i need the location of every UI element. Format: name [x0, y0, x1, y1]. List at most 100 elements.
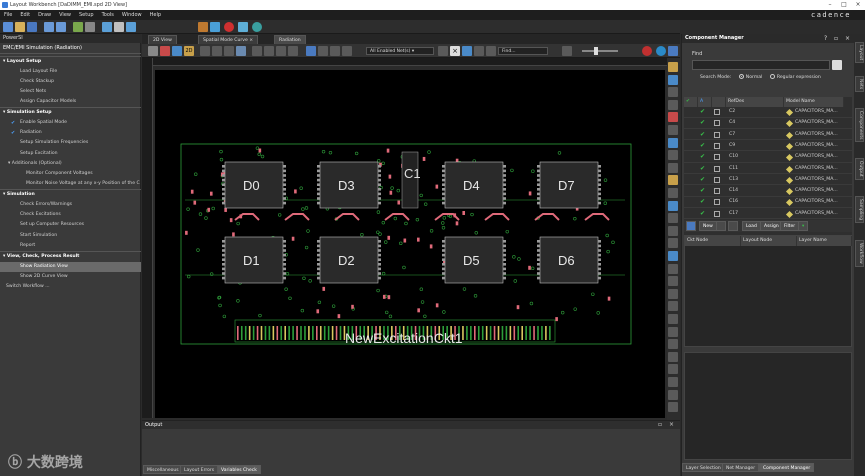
- help-icon[interactable]: ?: [824, 35, 827, 42]
- column-layout-node[interactable]: Layout Node: [741, 236, 797, 246]
- float-icon[interactable]: ▫: [658, 421, 662, 428]
- menu-edit[interactable]: Edit: [16, 10, 34, 20]
- close-icon[interactable]: ×: [845, 35, 850, 42]
- info-box-icon[interactable]: [714, 142, 720, 149]
- enabled-check-icon[interactable]: ✔: [700, 209, 705, 220]
- info-box-icon[interactable]: [714, 109, 720, 115]
- component-row[interactable]: ✔ C17 CAPACITORS_MA...: [684, 209, 852, 220]
- sort-column-icon[interactable]: A: [698, 97, 712, 107]
- info-box-icon[interactable]: [714, 131, 720, 138]
- workflow-step[interactable]: ✔ Enable Spatial Mode: [0, 118, 141, 128]
- layer-tool-icon[interactable]: [668, 238, 678, 249]
- lock-icon[interactable]: [474, 46, 484, 56]
- workflow-step[interactable]: ▾ Simulation Setup: [0, 107, 141, 117]
- workflow-step[interactable]: Load Layout File: [0, 67, 141, 77]
- layer-tool-icon[interactable]: [668, 175, 678, 186]
- layer-tool-icon[interactable]: [668, 402, 678, 413]
- workflow-step[interactable]: Check Stackup: [0, 77, 141, 87]
- undo-icon[interactable]: [44, 22, 54, 32]
- layer-tool-icon[interactable]: [668, 125, 678, 135]
- component-row[interactable]: ✔ C14 CAPACITORS_MA...: [684, 186, 852, 197]
- layer-tool-icon[interactable]: [668, 263, 678, 274]
- close-icon[interactable]: ×: [851, 0, 865, 10]
- layer-tool-icon[interactable]: [668, 112, 678, 123]
- workflow-step[interactable]: Show Radiation View: [0, 261, 141, 272]
- load-button[interactable]: Load: [742, 221, 761, 231]
- tool-blue-icon[interactable]: [210, 22, 220, 32]
- workflow-step[interactable]: Monitor Noise Voltage at any x-y Positio…: [0, 179, 141, 189]
- close-icon[interactable]: ×: [669, 421, 674, 428]
- layer-tool-icon[interactable]: [668, 301, 678, 312]
- layer-tool-icon[interactable]: [668, 276, 678, 287]
- tab-net-manager[interactable]: Net Manager: [722, 463, 760, 472]
- zoom-out-icon[interactable]: [224, 46, 234, 56]
- maximize-icon[interactable]: □: [837, 0, 851, 10]
- settings-icon[interactable]: [85, 22, 95, 32]
- column-refdes[interactable]: RefDes: [726, 97, 784, 107]
- float-icon[interactable]: ▫: [834, 35, 838, 42]
- info-box-icon[interactable]: [714, 188, 720, 195]
- component-row[interactable]: ✔ C10 CAPACITORS_MA...: [684, 152, 852, 163]
- enabled-check-icon[interactable]: ✔: [700, 186, 705, 197]
- grid-icon[interactable]: [264, 46, 274, 56]
- workflow-step[interactable]: Setup Excitation: [0, 149, 141, 159]
- globe-icon[interactable]: [656, 46, 666, 56]
- menu-tools[interactable]: Tools: [98, 10, 118, 20]
- tab-layout-errors[interactable]: Layout Errors: [180, 465, 219, 474]
- snapshot-icon[interactable]: [102, 22, 112, 32]
- find-input[interactable]: Find...: [498, 47, 548, 55]
- info-box-icon[interactable]: [714, 154, 720, 161]
- record-icon[interactable]: [642, 46, 652, 56]
- workflow-step[interactable]: Check Excitations: [0, 210, 141, 220]
- table-icon[interactable]: [686, 221, 696, 231]
- layer-tool-icon[interactable]: [668, 377, 678, 387]
- tab-2d-view[interactable]: 2D View: [148, 35, 177, 44]
- close-icon[interactable]: ×: [249, 38, 253, 43]
- workflow-step[interactable]: ▾ Simulation: [0, 189, 141, 199]
- workflow-step[interactable]: Report: [0, 241, 141, 251]
- workflow-step[interactable]: Setup Simulation Frequencies: [0, 138, 141, 148]
- filter-button[interactable]: Filter: [780, 221, 800, 231]
- save-icon[interactable]: [27, 22, 37, 32]
- filter-icon[interactable]: [438, 46, 448, 56]
- layer-tool-icon[interactable]: [668, 62, 678, 72]
- menu-setup[interactable]: Setup: [75, 10, 98, 20]
- side-tab-nets[interactable]: Nets: [855, 76, 864, 93]
- side-tab-workflow[interactable]: Workflow: [855, 240, 864, 267]
- layer-tool-icon[interactable]: [668, 162, 678, 173]
- net-filter-select[interactable]: All Enabled Net(s) ▾: [366, 47, 434, 55]
- enabled-check-icon[interactable]: ✔: [700, 197, 705, 208]
- enabled-check-icon[interactable]: ✔: [700, 107, 705, 118]
- filter-dropdown-icon[interactable]: ▾: [798, 221, 808, 231]
- workflow-step[interactable]: ▾ Layout Setup: [0, 56, 141, 66]
- menu-help[interactable]: Help: [146, 10, 165, 20]
- copy-icon[interactable]: [462, 46, 472, 56]
- layer-tool-icon[interactable]: [668, 251, 678, 261]
- gear-icon[interactable]: [252, 22, 262, 32]
- layer-tool-icon[interactable]: [668, 326, 678, 337]
- menu-view[interactable]: View: [55, 10, 75, 20]
- info-box-icon[interactable]: [714, 165, 720, 172]
- layer-tool-icon[interactable]: [668, 364, 678, 375]
- fit-icon[interactable]: [212, 46, 222, 56]
- snap-icon[interactable]: [276, 46, 286, 56]
- tab-variables-check[interactable]: Variables Check: [217, 465, 261, 474]
- pause-icon[interactable]: [114, 22, 124, 32]
- more-icon[interactable]: [668, 46, 678, 56]
- layer-tool-icon[interactable]: [668, 87, 678, 98]
- trace-icon[interactable]: [342, 46, 352, 56]
- column-ckt-node[interactable]: Ckt Node: [685, 236, 741, 246]
- info-box-icon[interactable]: [714, 120, 720, 127]
- side-tab-output[interactable]: Output: [855, 158, 864, 180]
- layer-tool-icon[interactable]: [668, 389, 678, 400]
- enabled-check-icon[interactable]: ✔: [700, 164, 705, 175]
- side-tab-sampling[interactable]: Sampling: [855, 196, 864, 224]
- menu-file[interactable]: File: [0, 10, 16, 20]
- radio-normal[interactable]: [738, 74, 744, 79]
- component-find-input[interactable]: [692, 60, 830, 70]
- enabled-check-icon[interactable]: ✔: [700, 175, 705, 186]
- component-row[interactable]: ✔ C16 CAPACITORS_MA...: [684, 197, 852, 208]
- ruler-icon[interactable]: [562, 46, 572, 56]
- highlight-icon[interactable]: [318, 46, 328, 56]
- workflow-step[interactable]: Check Errors/Warnings: [0, 200, 141, 210]
